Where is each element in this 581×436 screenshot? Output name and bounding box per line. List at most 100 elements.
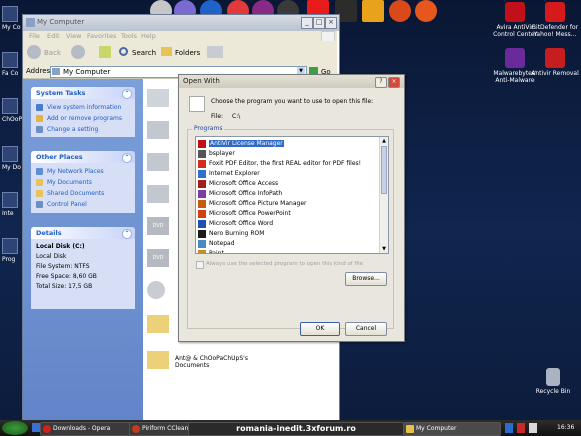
program-item[interactable]: Microsoft Office Access — [198, 179, 278, 189]
program-item[interactable]: Foxit PDF Editor, the first REAL editor … — [198, 159, 361, 169]
folder-icon — [406, 425, 414, 433]
program-item[interactable]: Nero Burning ROM — [198, 229, 264, 239]
dialog-close-button[interactable]: × — [388, 77, 400, 88]
taskbar-item-opera[interactable]: Downloads - Opera — [40, 422, 138, 436]
details-header[interactable]: Details ⌃ — [31, 227, 135, 239]
program-item[interactable]: Paint — [198, 249, 224, 253]
program-icon — [198, 230, 206, 238]
user-documents-folder-icon[interactable] — [147, 351, 169, 369]
scroll-thumb[interactable] — [381, 146, 387, 194]
desktop-icon-recycle-bin[interactable]: Recycle Bin — [524, 368, 581, 395]
program-icon — [198, 170, 206, 178]
program-label: Microsoft Office Picture Manager — [209, 200, 307, 207]
program-icon — [198, 150, 206, 158]
details-total-size: Total Size: 17,5 GB — [36, 283, 93, 290]
back-button[interactable]: Back — [27, 45, 73, 61]
floppy-drive-icon[interactable]: 3 — [147, 89, 183, 107]
scroll-up-arrow[interactable]: ▲ — [380, 137, 388, 145]
globe-icon — [2, 192, 18, 208]
window-titlebar[interactable]: My Computer _ □ × — [23, 15, 339, 31]
program-icon — [198, 240, 206, 248]
folders-button[interactable]: Folders — [161, 45, 201, 61]
window-title: My Computer — [37, 18, 85, 26]
taskbar-item-ccleaner[interactable]: Piriform CCleaner — [129, 422, 197, 436]
media-drive-icon[interactable]: M — [147, 153, 185, 171]
folders-icon — [161, 47, 172, 56]
program-item[interactable]: Microsoft Office PowerPoint — [198, 209, 291, 219]
system-tasks-panel: System Tasks ⌃ View system information Ad… — [31, 87, 135, 137]
network-icon — [36, 168, 43, 175]
ok-button[interactable]: OK — [300, 322, 340, 336]
programs-list[interactable]: AntiVir License Manager bsplayer Foxit PDF… — [195, 136, 389, 254]
help-button[interactable]: ? — [375, 77, 387, 88]
other-places-header[interactable]: Other Places ⌃ — [31, 151, 135, 163]
minimize-button[interactable]: _ — [301, 17, 313, 29]
menu-edit[interactable]: Edit — [47, 32, 60, 40]
folder-icon — [2, 52, 18, 68]
dialog-prompt: Choose the program you want to use to op… — [211, 98, 374, 105]
desktop-icon-programs[interactable]: Prog — [2, 238, 18, 263]
menu-help[interactable]: Help — [141, 32, 156, 40]
local-disk-icon[interactable]: Lo — [147, 121, 187, 139]
place-my-network[interactable]: My Network Places — [36, 166, 135, 177]
desktop-icon-bitdefender[interactable]: BitDefender for Yahoo! Mess... — [526, 2, 581, 38]
program-item[interactable]: bsplayer — [198, 149, 235, 159]
programs-scrollbar[interactable]: ▲ ▼ — [379, 137, 388, 253]
place-control-panel[interactable]: Control Panel — [36, 199, 135, 210]
program-label: Nero Burning ROM — [209, 230, 265, 237]
details-filesystem: File System: NTFS — [36, 263, 90, 270]
task-change-setting[interactable]: Change a setting — [36, 124, 135, 135]
collapse-chevron-icon[interactable]: ⌃ — [122, 229, 132, 239]
user-documents-label[interactable]: Ant@ & ChOoPaChUpS's Documents — [175, 355, 248, 369]
menu-file[interactable]: File — [29, 32, 40, 40]
program-item[interactable]: Microsoft Office Picture Manager — [198, 199, 306, 209]
collapse-chevron-icon[interactable]: ⌃ — [122, 89, 132, 99]
cancel-button[interactable]: Cancel — [345, 322, 387, 336]
system-tasks-header[interactable]: System Tasks ⌃ — [31, 87, 135, 99]
menu-favorites[interactable]: Favorites — [87, 32, 116, 40]
task-add-remove-programs[interactable]: Add or remove programs — [36, 113, 135, 124]
program-item[interactable]: Internet Explorer — [198, 169, 260, 179]
close-button[interactable]: × — [325, 17, 337, 29]
desktop-icon-favorites[interactable]: Fa Co — [2, 52, 18, 77]
desktop-icon-my-computer[interactable]: My Co — [2, 6, 21, 31]
maximize-button[interactable]: □ — [313, 17, 325, 29]
back-arrow-icon — [27, 45, 41, 59]
scroll-down-arrow[interactable]: ▼ — [380, 245, 388, 253]
program-item[interactable]: Microsoft Office Word — [198, 219, 273, 229]
views-button[interactable] — [207, 46, 223, 58]
dialog-titlebar[interactable]: Open With ? × — [179, 75, 404, 88]
collapse-chevron-icon[interactable]: ⌃ — [122, 153, 132, 163]
start-button[interactable] — [2, 421, 28, 435]
place-shared-documents[interactable]: Shared Documents — [36, 188, 135, 199]
shared-folder-icon[interactable]: S — [147, 315, 183, 333]
desktop-icon-antivir-removal[interactable]: Antivir Removal — [526, 48, 581, 77]
menu-view[interactable]: View — [66, 32, 81, 40]
program-label: bsplayer — [209, 150, 235, 157]
taskbar-item-forum[interactable]: romania-inedit.3xforum.ro — [188, 422, 404, 436]
program-label: AntiVir License Manager — [209, 140, 284, 147]
details-free-space: Free Space: 8,60 GB — [36, 273, 97, 280]
always-use-checkbox[interactable] — [196, 261, 204, 269]
task-view-system-info[interactable]: View system information — [36, 102, 135, 113]
program-item[interactable]: AntiVir License Manager — [198, 139, 284, 149]
webcam-icon[interactable]: Lo — [147, 281, 187, 299]
launcher-icon-10[interactable] — [389, 0, 411, 22]
local-disk-icon[interactable]: Lo — [147, 185, 187, 203]
launcher-icon-11[interactable] — [415, 0, 437, 22]
program-item[interactable]: Microsoft Office InfoPath — [198, 189, 282, 199]
browse-button[interactable]: Browse... — [345, 272, 387, 286]
launcher-icon-9[interactable] — [362, 0, 384, 22]
forward-button[interactable] — [71, 45, 85, 59]
up-folder-icon[interactable] — [99, 46, 111, 58]
taskbar-item-my-computer[interactable]: My Computer — [403, 422, 501, 436]
program-item[interactable]: Notepad — [198, 239, 235, 249]
desktop-icon-internet[interactable]: Inte — [2, 192, 18, 217]
search-button[interactable]: Search — [119, 45, 156, 61]
place-my-documents[interactable]: My Documents — [36, 177, 135, 188]
dvd-drive-icon[interactable]: DVD — [147, 217, 169, 235]
dvd-drive-icon[interactable]: DVD — [147, 249, 169, 267]
tasks-pane: System Tasks ⌃ View system information Ad… — [23, 79, 143, 421]
desktop-icon-my-documents[interactable]: My Do — [2, 146, 21, 171]
menu-tools[interactable]: Tools — [121, 32, 137, 40]
